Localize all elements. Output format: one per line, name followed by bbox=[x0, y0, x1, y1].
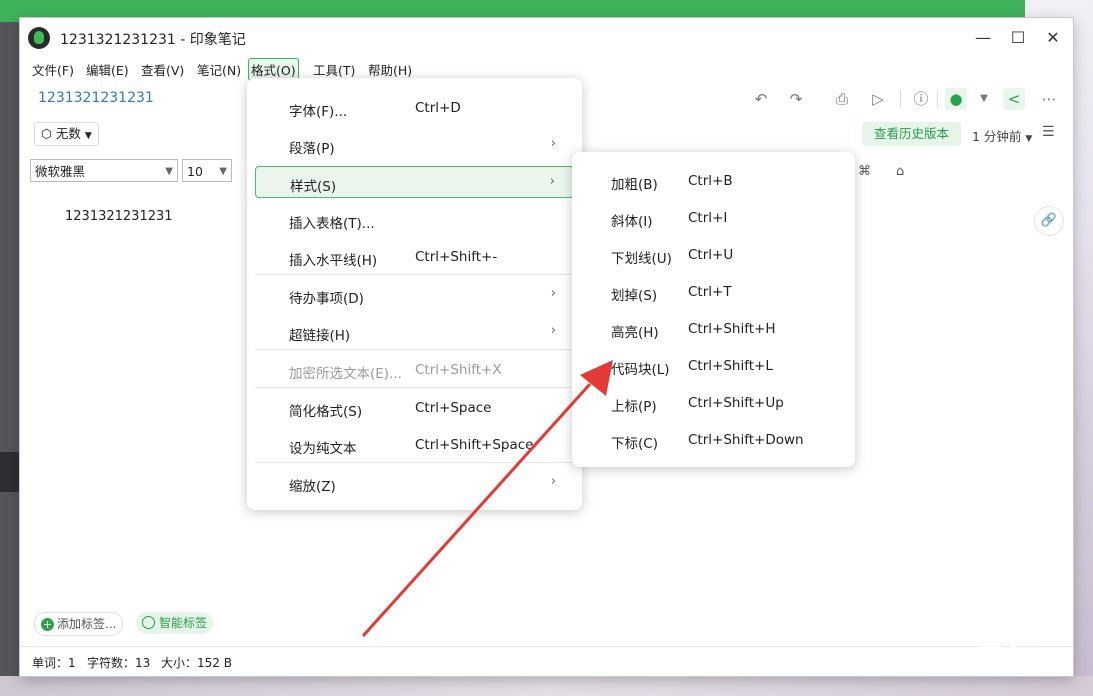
menu-separator bbox=[255, 274, 574, 275]
print-icon[interactable]: ⎙ bbox=[831, 88, 853, 110]
menu-item-style[interactable]: 样式(S) › bbox=[255, 166, 574, 198]
watermark-url: jingyan.baidu.com bbox=[840, 646, 1005, 665]
window-title: 1231321231231 - 印象笔记 bbox=[60, 32, 246, 48]
submenu-item-highlight[interactable]: 高亮(H) Ctrl+Shift+H bbox=[572, 314, 855, 346]
menu-item-insert-hr[interactable]: 插入水平线(H) Ctrl+Shift+- bbox=[255, 241, 574, 273]
background-left-window bbox=[0, 22, 20, 682]
submenu-item-code-block[interactable]: 代码块(L) Ctrl+Shift+L bbox=[572, 351, 855, 383]
menu-item-simplify[interactable]: 简化格式(S) Ctrl+Space bbox=[255, 392, 574, 424]
plus-icon: + bbox=[41, 618, 54, 631]
chevron-right-icon: › bbox=[550, 323, 556, 338]
evernote-logo-icon bbox=[28, 27, 50, 49]
chevron-down-icon[interactable]: ▼ bbox=[973, 88, 995, 110]
menu-item-insert-table[interactable]: 插入表格(T)... bbox=[255, 204, 574, 236]
chevron-right-icon: › bbox=[550, 474, 556, 489]
menu-item-font[interactable]: 字体(F)... Ctrl+D bbox=[255, 92, 574, 124]
command-icon[interactable]: ⌘ bbox=[858, 164, 871, 179]
chevron-right-icon: › bbox=[550, 286, 556, 301]
layout-icon[interactable]: ☰ bbox=[1042, 124, 1055, 140]
smart-tag-icon bbox=[142, 616, 155, 629]
present-icon[interactable]: ▷ bbox=[867, 88, 889, 110]
user-share-icon[interactable]: ● bbox=[945, 88, 967, 110]
menu-tools[interactable]: 工具(T) bbox=[311, 59, 357, 80]
last-edited-time[interactable]: 1 分钟前 ▼ bbox=[972, 126, 1032, 145]
chevron-down-icon: ▼ bbox=[84, 131, 92, 141]
format-icon[interactable]: ⌂ bbox=[896, 164, 904, 179]
chevron-right-icon: › bbox=[550, 136, 556, 151]
submenu-item-superscript[interactable]: 上标(P) Ctrl+Shift+Up bbox=[572, 388, 855, 420]
menu-bar: 文件(F) 编辑(E) 查看(V) 笔记(N) 格式(O) 工具(T) 帮助(H… bbox=[20, 58, 1073, 81]
format-menu: 字体(F)... Ctrl+D 段落(P) › 样式(S) › 插入表格(T)... … bbox=[247, 78, 582, 510]
chevron-right-icon: › bbox=[549, 174, 555, 189]
char-count: 字符数：13 bbox=[87, 656, 151, 670]
menu-separator bbox=[255, 349, 574, 350]
style-submenu: 加粗(B) Ctrl+B 斜体(I) Ctrl+I 下划线(U) Ctrl+U 划掉(… bbox=[572, 152, 855, 467]
add-tag-button[interactable]: + 添加标签... bbox=[34, 612, 124, 636]
word-count: 单词：1 bbox=[32, 656, 76, 670]
submenu-item-subscript[interactable]: 下标(C) Ctrl+Shift+Down bbox=[572, 425, 855, 457]
menu-separator bbox=[255, 462, 574, 463]
menu-separator bbox=[255, 387, 574, 388]
menu-item-plain-text[interactable]: 设为纯文本 Ctrl+Shift+Space bbox=[255, 429, 574, 461]
close-button[interactable]: ✕ bbox=[1040, 26, 1066, 50]
notebook-label: 无数 bbox=[55, 126, 81, 141]
menu-item-todo[interactable]: 待办事项(D) › bbox=[255, 279, 574, 311]
toolbar-divider bbox=[900, 90, 901, 108]
menu-note[interactable]: 笔记(N) bbox=[195, 59, 243, 80]
background-taskbar-area bbox=[0, 676, 1093, 696]
undo-icon[interactable]: ↶ bbox=[750, 88, 772, 110]
maximize-button[interactable]: ☐ bbox=[1005, 26, 1031, 50]
submenu-item-bold[interactable]: 加粗(B) Ctrl+B bbox=[572, 166, 855, 198]
submenu-item-underline[interactable]: 下划线(U) Ctrl+U bbox=[572, 240, 855, 272]
submenu-item-strikethrough[interactable]: 划掉(S) Ctrl+T bbox=[572, 277, 855, 309]
link-icon[interactable]: 🔗 bbox=[1034, 206, 1064, 236]
notebook-selector[interactable]: ⬡ 无数 ▼ bbox=[34, 122, 99, 146]
menu-help[interactable]: 帮助(H) bbox=[366, 59, 414, 80]
share-icon[interactable]: < bbox=[1003, 88, 1025, 110]
menu-item-hyperlink[interactable]: 超链接(H) › bbox=[255, 316, 574, 348]
note-content[interactable]: 1231321231231 bbox=[65, 209, 173, 224]
info-icon[interactable]: ⓘ bbox=[910, 88, 932, 110]
cube-icon: ⬡ bbox=[41, 126, 52, 141]
font-family-select[interactable]: 微软雅黑 ▼ bbox=[30, 159, 178, 182]
menu-view[interactable]: 查看(V) bbox=[139, 59, 186, 80]
view-history-button[interactable]: 查看历史版本 bbox=[862, 122, 962, 146]
title-bar: 1231321231231 - 印象笔记 — ☐ ✕ bbox=[20, 18, 1073, 58]
menu-item-zoom[interactable]: 缩放(Z) › bbox=[255, 467, 574, 499]
redo-icon[interactable]: ↷ bbox=[785, 88, 807, 110]
notebook-breadcrumb[interactable]: 1231321231231 bbox=[38, 90, 154, 106]
chevron-down-icon: ▼ bbox=[165, 166, 173, 177]
note-size: 大小：152 B bbox=[161, 656, 232, 670]
toolbar-divider bbox=[937, 90, 938, 108]
font-size-select[interactable]: 10 ▼ bbox=[182, 159, 232, 182]
menu-item-encrypt[interactable]: 加密所选文本(E)... Ctrl+Shift+X bbox=[255, 354, 574, 386]
menu-item-paragraph[interactable]: 段落(P) › bbox=[255, 129, 574, 161]
chevron-down-icon: ▼ bbox=[219, 166, 227, 177]
more-icon[interactable]: ⋯ bbox=[1038, 88, 1060, 110]
menu-file[interactable]: 文件(F) bbox=[30, 59, 76, 80]
menu-edit[interactable]: 编辑(E) bbox=[84, 59, 131, 80]
smart-tag-button[interactable]: 智能标签 bbox=[136, 612, 214, 634]
minimize-button[interactable]: — bbox=[970, 26, 996, 50]
submenu-item-italic[interactable]: 斜体(I) Ctrl+I bbox=[572, 203, 855, 235]
